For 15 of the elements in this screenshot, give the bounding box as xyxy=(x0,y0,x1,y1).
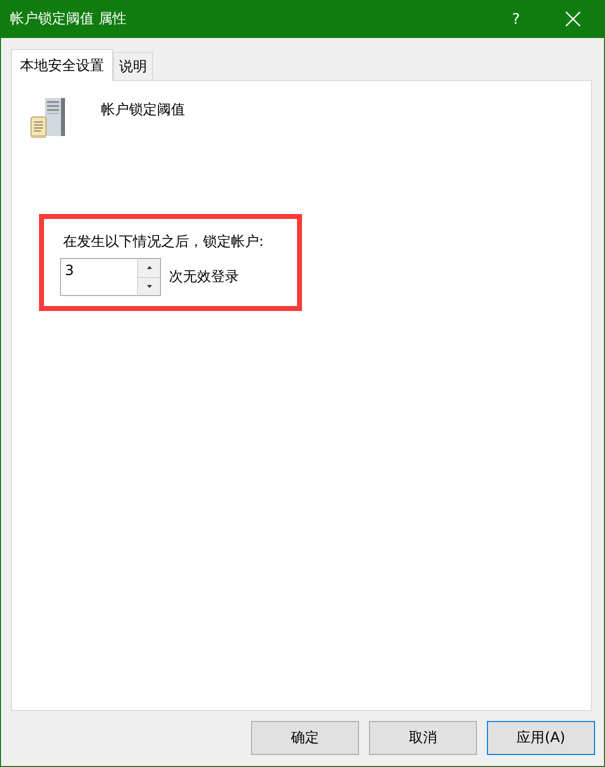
increment-button[interactable] xyxy=(138,259,160,278)
close-icon xyxy=(565,11,581,27)
dialog-button[interactable]: 取消 xyxy=(369,721,477,755)
window-title: 帐户锁定阈值 属性 xyxy=(10,10,128,28)
unit-label: 次无效登录 xyxy=(169,268,239,286)
down-arrow-icon xyxy=(146,284,152,288)
dialog-button[interactable]: 确定 xyxy=(251,721,359,755)
policy-name: 帐户锁定阈值 xyxy=(101,101,185,119)
tab[interactable]: 本地安全设置 xyxy=(11,49,113,81)
dialog-button[interactable]: 应用(A) xyxy=(487,721,595,755)
up-arrow-icon xyxy=(146,266,152,270)
lockout-prompt: 在发生以下情况之后，锁定帐户: xyxy=(63,233,265,251)
attempts-input[interactable]: 3 xyxy=(60,258,137,296)
decrement-button[interactable] xyxy=(138,278,160,295)
tab[interactable]: 说明 xyxy=(113,52,153,80)
